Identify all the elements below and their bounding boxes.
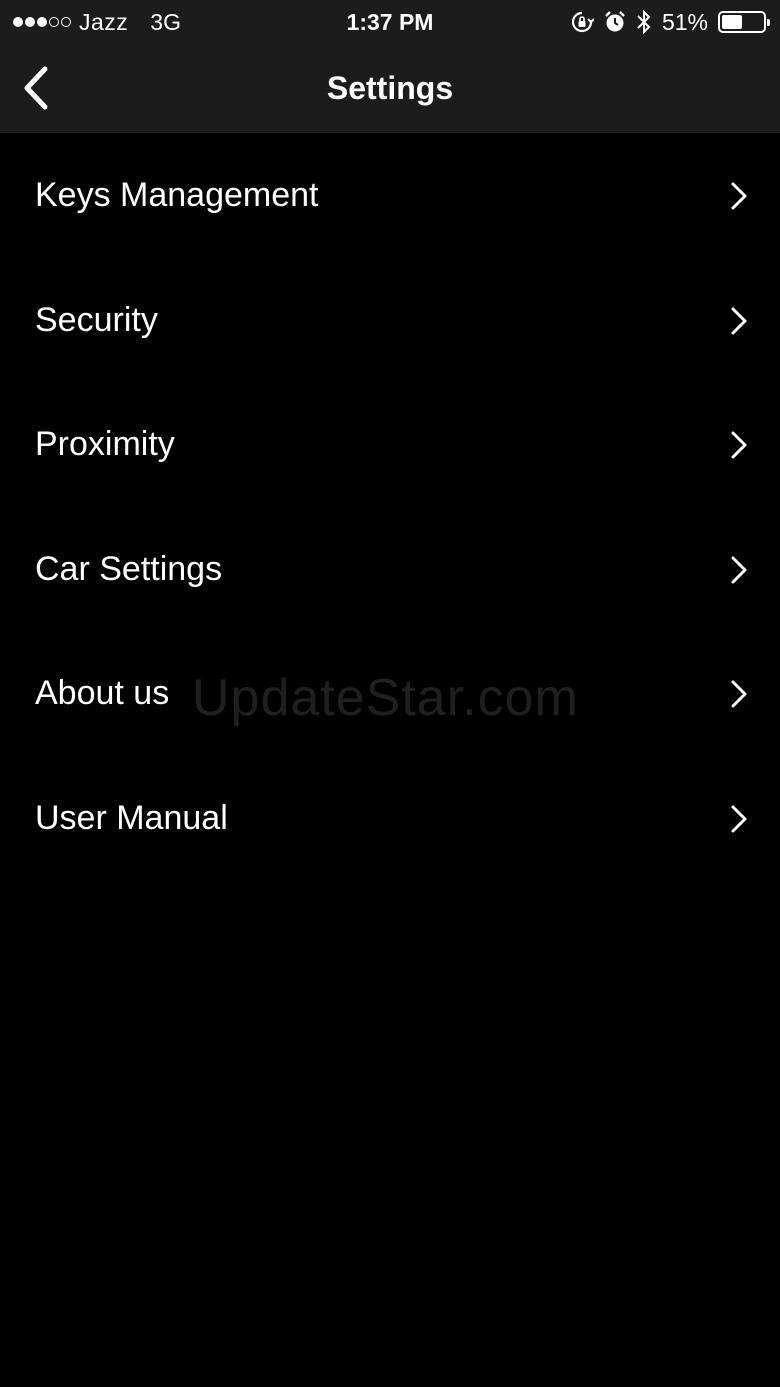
header: Jazz 3G 1:37 PM 51% Settings — [0, 0, 780, 133]
chevron-right-icon — [731, 556, 747, 584]
bluetooth-icon — [636, 9, 652, 35]
menu-item-label: Proximity — [35, 425, 175, 464]
menu-item-label: Keys Management — [35, 176, 319, 214]
menu-item-proximity[interactable]: Proximity — [0, 382, 780, 507]
status-right: 51% — [570, 8, 770, 36]
chevron-right-icon — [731, 680, 747, 708]
menu-item-label: User Manual — [35, 798, 228, 837]
chevron-right-icon — [731, 182, 747, 210]
alarm-icon — [604, 10, 626, 34]
menu-item-about-us[interactable]: About us — [0, 631, 780, 756]
battery-percent: 51% — [661, 8, 708, 35]
page-title: Settings — [326, 70, 454, 106]
menu-item-label: About us — [35, 674, 170, 713]
menu-item-label: Security — [35, 300, 158, 339]
menu-item-car-settings[interactable]: Car Settings — [0, 507, 780, 632]
menu-item-user-manual[interactable]: User Manual — [0, 756, 780, 881]
status-bar: Jazz 3G 1:37 PM 51% — [0, 0, 780, 44]
menu-item-label: Car Settings — [35, 549, 223, 588]
chevron-right-icon — [731, 307, 747, 335]
orientation-lock-icon — [570, 10, 594, 34]
settings-menu: Keys Management Security Proximity Car S… — [0, 133, 780, 881]
chevron-right-icon — [731, 805, 747, 833]
menu-item-keys-management[interactable]: Keys Management — [0, 133, 780, 258]
chevron-right-icon — [731, 431, 747, 459]
menu-item-security[interactable]: Security — [0, 258, 780, 383]
navigation-bar: Settings — [0, 44, 780, 133]
battery-icon — [718, 11, 770, 33]
screen: Jazz 3G 1:37 PM 51% Settings Keys Manage… — [0, 0, 780, 1387]
battery-level — [722, 15, 742, 29]
